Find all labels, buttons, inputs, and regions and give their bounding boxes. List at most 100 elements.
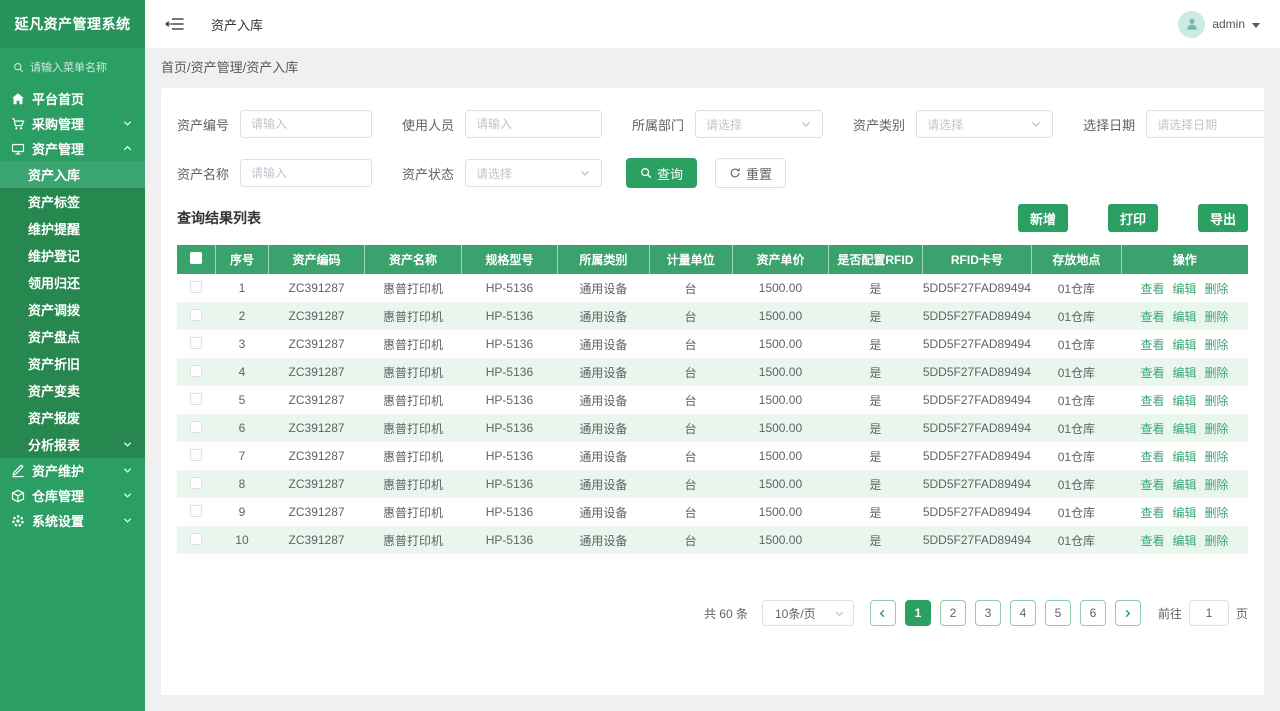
page-button-6[interactable]: 6 [1080,600,1106,626]
view-link[interactable]: 查看 [1140,282,1164,296]
sidebar-item-purchase[interactable]: 采购管理 [0,111,145,136]
delete-link[interactable]: 删除 [1205,478,1229,492]
edit-link[interactable]: 编辑 [1173,310,1197,324]
table-cell: 台 [649,302,732,330]
delete-link[interactable]: 删除 [1205,310,1229,324]
user-menu[interactable]: admin [1178,11,1260,38]
row-checkbox[interactable] [190,365,202,377]
row-checkbox[interactable] [190,421,202,433]
gear-icon [11,514,25,528]
table-cell: 台 [649,442,732,470]
edit-link[interactable]: 编辑 [1173,366,1197,380]
delete-link[interactable]: 删除 [1205,450,1229,464]
asset-status-select[interactable]: 请选择 [465,159,602,187]
select-all-checkbox[interactable] [190,252,202,264]
row-checkbox[interactable] [190,505,202,517]
table-cell: 通用设备 [558,414,649,442]
delete-link[interactable]: 删除 [1205,338,1229,352]
row-checkbox[interactable] [190,477,202,489]
edit-link[interactable]: 编辑 [1173,338,1197,352]
row-checkbox[interactable] [190,337,202,349]
sidebar-item-system-settings[interactable]: 系统设置 [0,508,145,533]
view-link[interactable]: 查看 [1140,310,1164,324]
edit-link[interactable]: 编辑 [1173,506,1197,520]
edit-link[interactable]: 编辑 [1173,422,1197,436]
asset-code-input[interactable] [240,110,372,138]
date-picker[interactable]: 请选择日期 [1146,110,1264,138]
department-select[interactable]: 请选择 [695,110,823,138]
sidebar-item-analysis-report[interactable]: 分析报表 [0,431,145,458]
sidebar-item-asset-maintenance[interactable]: 资产维护 [0,458,145,483]
table-row: 9ZC391287惠普打印机HP-5136通用设备台1500.00是5DD5F2… [177,498,1248,526]
delete-link[interactable]: 删除 [1205,282,1229,296]
sidebar-item-asset-label[interactable]: 资产标签 [0,188,145,215]
edit-link[interactable]: 编辑 [1173,282,1197,296]
pagination-total: 共 60 条 [704,605,748,622]
table-cell: 台 [649,330,732,358]
table-cell: 9 [216,498,269,526]
edit-link[interactable]: 编辑 [1173,450,1197,464]
sidebar-item-asset-depreciation[interactable]: 资产折旧 [0,350,145,377]
reset-button[interactable]: 重置 [715,158,786,188]
sidebar-item-borrow-return[interactable]: 领用归还 [0,269,145,296]
delete-link[interactable]: 删除 [1205,422,1229,436]
chevron-down-icon [122,465,133,476]
user-person-input[interactable] [465,110,602,138]
page-button-3[interactable]: 3 [975,600,1001,626]
sidebar-item-label: 资产标签 [28,192,133,211]
row-checkbox[interactable] [190,281,202,293]
export-button[interactable]: 导出 [1198,204,1248,232]
view-link[interactable]: 查看 [1140,338,1164,352]
asset-category-select[interactable]: 请选择 [916,110,1053,138]
sidebar-item-asset-inbound[interactable]: 资产入库 [0,161,145,188]
page-button-1[interactable]: 1 [905,600,931,626]
sidebar-item-maintenance-remind[interactable]: 维护提醒 [0,215,145,242]
table-cell: 5DD5F27FAD89494 [922,386,1032,414]
row-checkbox[interactable] [190,533,202,545]
sidebar-item-label: 领用归还 [28,273,133,292]
search-button[interactable]: 查询 [626,158,697,188]
view-link[interactable]: 查看 [1140,422,1164,436]
delete-link[interactable]: 删除 [1205,366,1229,380]
edit-link[interactable]: 编辑 [1173,394,1197,408]
add-button[interactable]: 新增 [1018,204,1068,232]
view-link[interactable]: 查看 [1140,534,1164,548]
view-link[interactable]: 查看 [1140,394,1164,408]
row-checkbox[interactable] [190,449,202,461]
sidebar-item-maintenance-register[interactable]: 维护登记 [0,242,145,269]
topbar-active-tab[interactable]: 资产入库 [211,15,263,34]
sidebar-item-warehouse-mgmt[interactable]: 仓库管理 [0,483,145,508]
page-size-select[interactable]: 10条/页 [762,600,854,626]
row-checkbox[interactable] [190,393,202,405]
table-cell: 是 [829,498,922,526]
goto-page-input[interactable] [1189,600,1229,626]
page-button-2[interactable]: 2 [940,600,966,626]
delete-link[interactable]: 删除 [1205,534,1229,548]
row-checkbox[interactable] [190,309,202,321]
table-cell: 5DD5F27FAD89494 [922,498,1032,526]
next-page-button[interactable] [1115,600,1141,626]
view-link[interactable]: 查看 [1140,450,1164,464]
edit-link[interactable]: 编辑 [1173,478,1197,492]
sidebar-item-asset-inventory[interactable]: 资产盘点 [0,323,145,350]
view-link[interactable]: 查看 [1140,366,1164,380]
page-button-4[interactable]: 4 [1010,600,1036,626]
menu-search-input[interactable]: 请输入菜单名称 [0,48,145,86]
sidebar-item-asset-mgmt[interactable]: 资产管理 [0,136,145,161]
view-link[interactable]: 查看 [1140,478,1164,492]
asset-name-input[interactable] [240,159,372,187]
sidebar: 延凡资产管理系统 请输入菜单名称 平台首页采购管理资产管理资产入库资产标签维护提… [0,0,145,711]
sidebar-item-label: 平台首页 [32,89,133,108]
sidebar-item-asset-sale[interactable]: 资产变卖 [0,377,145,404]
sidebar-item-home[interactable]: 平台首页 [0,86,145,111]
page-button-5[interactable]: 5 [1045,600,1071,626]
sidebar-item-asset-transfer[interactable]: 资产调拨 [0,296,145,323]
prev-page-button[interactable] [870,600,896,626]
print-button[interactable]: 打印 [1108,204,1158,232]
collapse-sidebar-button[interactable] [165,15,185,33]
edit-link[interactable]: 编辑 [1173,534,1197,548]
delete-link[interactable]: 删除 [1205,394,1229,408]
delete-link[interactable]: 删除 [1205,506,1229,520]
view-link[interactable]: 查看 [1140,506,1164,520]
sidebar-item-asset-scrap[interactable]: 资产报废 [0,404,145,431]
